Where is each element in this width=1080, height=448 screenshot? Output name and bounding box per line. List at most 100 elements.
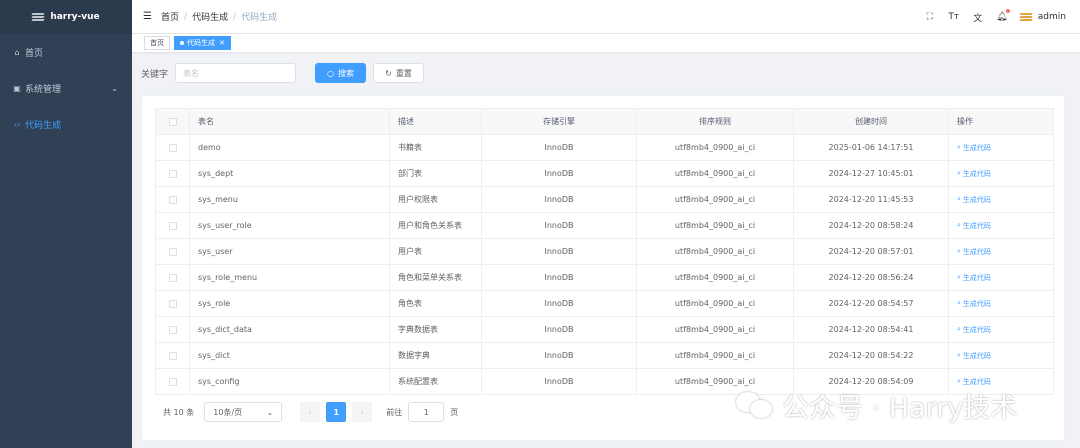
generate-code-button[interactable]: ⌕ 生成代码 [957,273,991,283]
created-time-cell: 2024-12-20 08:54:57 [793,290,949,317]
created-time-cell: 2025-01-06 14:17:51 [793,134,949,161]
reset-button[interactable]: ↻ 重置 [373,63,424,83]
generate-code-button[interactable]: ⌕ 生成代码 [957,351,991,361]
page-number-button[interactable]: 1 [326,402,347,422]
row-checkbox[interactable] [155,342,190,369]
wechat-icon [736,390,774,420]
collation-cell: utf8mb4_0900_ai_ci [636,316,794,343]
column-header: 排序规则 [636,108,794,135]
tag-codegen[interactable]: 代码生成 ✕ [174,36,231,50]
row-checkbox[interactable] [155,186,190,213]
table-row: sys_menu 用户权限表 InnoDB utf8mb4_0900_ai_ci 202… [155,186,1054,213]
table-row: sys_dept 部门表 InnoDB utf8mb4_0900_ai_ci 2024-… [155,160,1054,187]
table-name-cell: demo [189,134,390,161]
goto-label: 前往 [386,407,403,417]
table-name-cell: sys_role_menu [189,264,390,291]
chevron-down-icon: ⌄ [111,83,118,93]
row-checkbox[interactable] [155,290,190,317]
row-checkbox[interactable] [155,368,190,395]
row-checkbox[interactable] [155,212,190,239]
row-checkbox[interactable] [155,238,190,265]
generate-code-button[interactable]: ⌕ 生成代码 [957,325,991,335]
tags-view: 首页 代码生成 ✕ [132,34,1080,52]
created-time-cell: 2024-12-20 08:54:41 [793,316,949,343]
collation-cell: utf8mb4_0900_ai_ci [636,212,794,239]
description-cell: 部门表 [389,160,482,187]
table-row: sys_dict_data 字典数据表 InnoDB utf8mb4_0900_ai_… [155,316,1054,343]
breadcrumb-codegen[interactable]: 代码生成 [192,10,228,23]
generate-code-button[interactable]: ⌕ 生成代码 [957,143,991,153]
action-cell: ⌕ 生成代码 [948,186,1054,213]
generate-code-button[interactable]: ⌕ 生成代码 [957,169,991,179]
search-icon: ⌕ [957,325,961,334]
close-icon[interactable]: ✕ [219,39,225,47]
logo-icon [31,12,45,22]
sidebar: harry-vue ⌂ 首页 ▣ 系统管理 ⌄ ‹› 代码生成 [0,0,132,448]
table-name-cell: sys_role [189,290,390,317]
hamburger-icon[interactable]: ☰ [143,11,153,22]
row-checkbox[interactable] [155,160,190,187]
navbar: ☰ 首页 / 代码生成 / 代码生成 ⛶ Tт 文 🔔︎ admin [132,0,1080,34]
header-right: ⛶ Tт 文 🔔︎ admin [918,0,1080,34]
description-cell: 数据字典 [389,342,482,369]
search-input[interactable] [175,63,296,83]
engine-cell: InnoDB [481,368,637,395]
collation-cell: utf8mb4_0900_ai_ci [636,134,794,161]
action-cell: ⌕ 生成代码 [948,264,1054,291]
breadcrumb-home[interactable]: 首页 [161,10,179,23]
generate-code-button[interactable]: ⌕ 生成代码 [957,299,991,309]
engine-cell: InnoDB [481,212,637,239]
generate-code-button[interactable]: ⌕ 生成代码 [957,195,991,205]
search-button[interactable]: ○ 搜索 [315,63,366,83]
select-all-checkbox[interactable] [155,108,190,135]
search-icon: ⌕ [957,143,961,152]
row-checkbox[interactable] [155,264,190,291]
row-checkbox[interactable] [155,316,190,343]
prev-page-button[interactable]: ‹ [300,402,321,422]
created-time-cell: 2024-12-20 08:54:22 [793,342,949,369]
engine-cell: InnoDB [481,264,637,291]
search-icon: ⌕ [957,195,961,204]
font-size-icon[interactable]: Tт [942,12,966,22]
action-cell: ⌕ 生成代码 [948,238,1054,265]
action-cell: ⌕ 生成代码 [948,212,1054,239]
column-header: 描述 [389,108,482,135]
engine-cell: InnoDB [481,238,637,265]
username[interactable]: admin [1038,12,1066,22]
collation-cell: utf8mb4_0900_ai_ci [636,160,794,187]
sidebar-item-home[interactable]: ⌂ 首页 [0,34,132,70]
avatar[interactable] [1019,12,1033,22]
fullscreen-icon[interactable]: ⛶ [918,12,942,22]
table-name-cell: sys_user [189,238,390,265]
collation-cell: utf8mb4_0900_ai_ci [636,238,794,265]
sidebar-item-codegen[interactable]: ‹› 代码生成 [0,106,132,142]
translate-icon[interactable]: 文 [966,11,990,24]
search-icon: ⌕ [957,247,961,256]
tag-label: 首页 [150,39,164,47]
page-unit-label: 页 [450,407,459,417]
chevron-down-icon: ⌄ [266,407,274,417]
search-icon: ⌕ [957,221,961,230]
engine-cell: InnoDB [481,134,637,161]
next-page-button[interactable]: › [352,402,373,422]
sidebar-item-system[interactable]: ▣ 系统管理 ⌄ [0,70,132,106]
search-icon: ⌕ [957,299,961,308]
table-row: sys_user_role 用户和角色关系表 InnoDB utf8mb4_0900_… [155,212,1054,239]
bell-icon[interactable]: 🔔︎ [990,9,1014,22]
breadcrumb-separator: / [233,11,237,22]
tag-home[interactable]: 首页 [144,36,170,50]
page-size-select[interactable]: 10条/页 ⌄ [204,402,283,422]
goto-page-input[interactable] [408,402,445,422]
generate-code-button[interactable]: ⌕ 生成代码 [957,247,991,257]
home-icon: ⌂ [14,47,20,57]
engine-cell: InnoDB [481,316,637,343]
search-icon: ⌕ [957,169,961,178]
created-time-cell: 2024-12-20 08:56:24 [793,264,949,291]
search-icon: ⌕ [957,351,961,360]
watermark-text: 公众号 · Harry技术 [782,392,1018,424]
column-header: 创建时间 [793,108,949,135]
collation-cell: utf8mb4_0900_ai_ci [636,186,794,213]
row-checkbox[interactable] [155,134,190,161]
sidebar-logo[interactable]: harry-vue [0,0,132,34]
generate-code-button[interactable]: ⌕ 生成代码 [957,221,991,231]
